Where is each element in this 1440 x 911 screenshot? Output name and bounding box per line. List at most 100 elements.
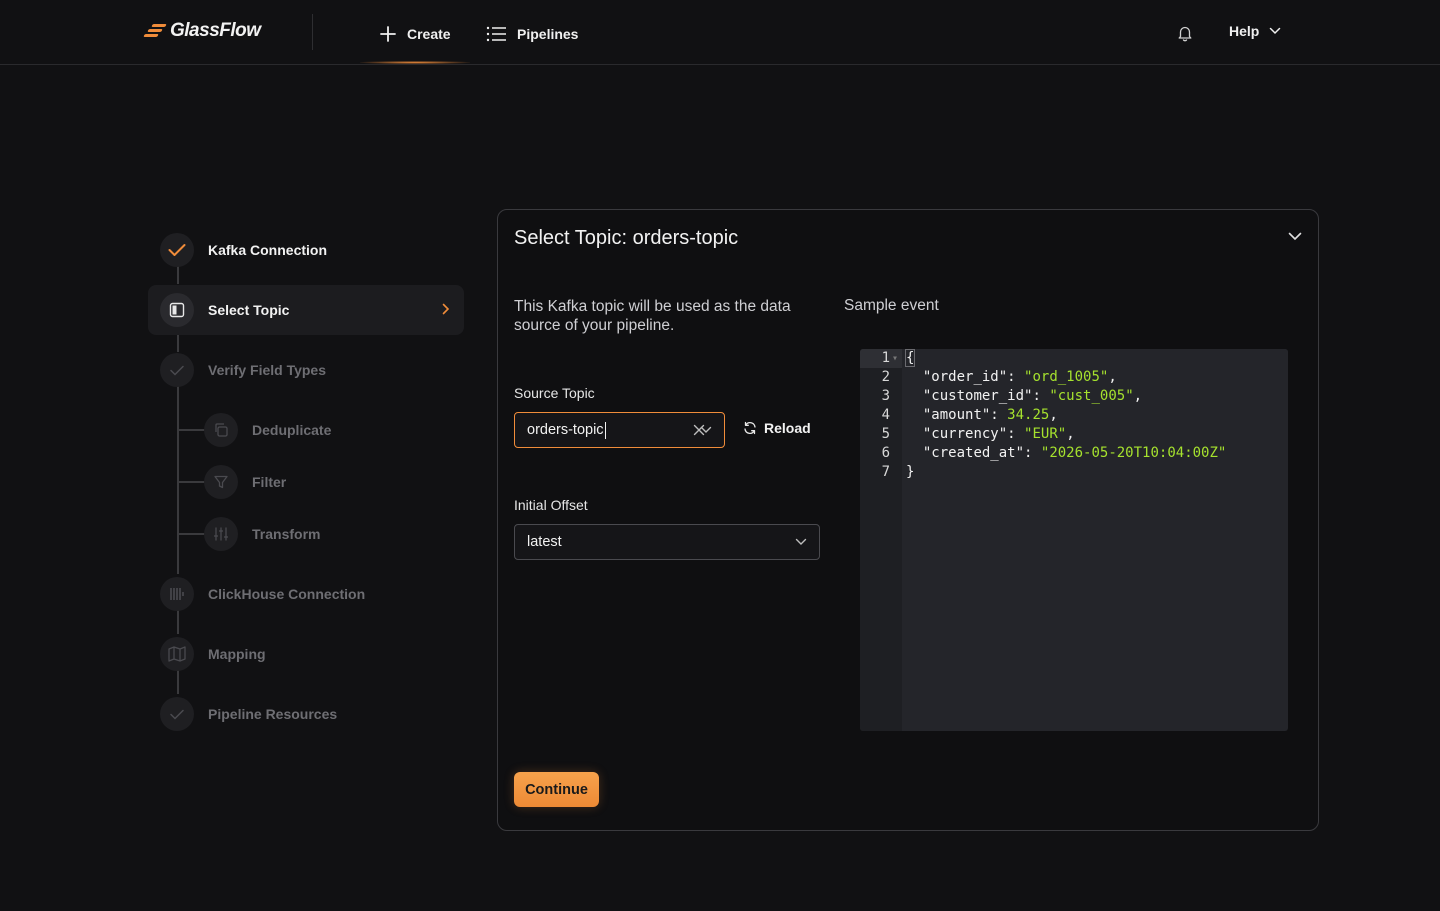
line-number: 7: [881, 464, 890, 480]
nav-pipelines-button[interactable]: Pipelines: [486, 22, 578, 46]
source-topic-select[interactable]: orders-topic: [514, 412, 725, 448]
step-status-circle: [204, 517, 238, 551]
json-string-value: cust_005: [1057, 388, 1126, 404]
step-clickhouse-connection[interactable]: ClickHouse Connection: [148, 569, 464, 619]
nav-create-button[interactable]: Create: [379, 22, 451, 46]
json-string-value: ord_1005: [1032, 369, 1100, 385]
card-title: Select Topic: orders-topic: [514, 227, 739, 249]
code-line: "currency": "EUR",: [906, 426, 1075, 442]
chevron-right-icon: [442, 303, 450, 315]
json-key: currency: [931, 426, 999, 442]
database-icon: [170, 588, 184, 600]
refresh-icon: [744, 421, 756, 435]
logo-text: GlassFlow: [170, 20, 261, 41]
active-nav-indicator: [360, 61, 470, 64]
continue-button[interactable]: Continue: [514, 772, 599, 807]
step-mapping[interactable]: Mapping: [148, 629, 464, 679]
reload-button[interactable]: Reload: [743, 420, 811, 436]
header-divider: [312, 14, 313, 50]
step-label: Filter: [252, 474, 287, 490]
code-line: }: [906, 463, 914, 482]
step-label: Kafka Connection: [208, 242, 328, 258]
source-topic-value: orders-topic: [527, 422, 604, 438]
code-line: "customer_id": "cust_005",: [906, 388, 1143, 404]
line-number: 5: [881, 426, 890, 442]
step-verify-field-types[interactable]: Verify Field Types: [148, 345, 464, 395]
line-number: 4: [881, 407, 890, 423]
initial-offset-value: latest: [527, 534, 562, 550]
list-icon: [486, 26, 506, 42]
code-line: "created_at": "2026-05-20T10:04:00Z": [906, 445, 1227, 461]
step-status-circle: [160, 637, 194, 671]
step-status-circle: [160, 293, 194, 327]
step-status-circle: [204, 413, 238, 447]
source-topic-label: Source Topic: [514, 385, 595, 401]
json-number-value: 34.25: [1007, 407, 1050, 423]
active-line-highlight: [902, 349, 1288, 368]
step-label: Verify Field Types: [208, 362, 327, 378]
help-menu-button[interactable]: Help: [1229, 23, 1281, 39]
step-transform[interactable]: Transform: [148, 509, 464, 559]
chevron-down-icon: [1270, 27, 1281, 35]
panel-icon: [169, 302, 185, 318]
select-topic-card: Select Topic: orders-topic This Kafka to…: [497, 209, 1319, 831]
line-number: 1: [881, 350, 890, 366]
chevron-down-icon[interactable]: [700, 426, 712, 434]
check-icon: [168, 244, 186, 256]
reload-label: Reload: [764, 420, 811, 436]
step-label: Deduplicate: [252, 422, 332, 438]
code-line: "amount": 34.25,: [906, 407, 1058, 423]
line-number: 3: [881, 388, 890, 404]
close-brace: }: [906, 464, 915, 480]
copy-icon: [215, 423, 228, 437]
chevron-down-icon[interactable]: [1288, 232, 1302, 241]
json-string-value: 2026-05-20T10:04:00Z: [1049, 445, 1218, 461]
chevron-down-icon: [795, 538, 807, 545]
line-number: 6: [881, 445, 890, 461]
logo-mark-icon: [143, 24, 167, 38]
help-label: Help: [1229, 23, 1260, 39]
step-kafka-connection[interactable]: Kafka Connection: [148, 225, 464, 275]
step-label: Select Topic: [208, 302, 290, 318]
json-key: amount: [931, 407, 982, 423]
step-select-topic[interactable]: Select Topic: [148, 285, 464, 335]
json-key: order_id: [931, 369, 999, 385]
glassflow-logo[interactable]: GlassFlow: [143, 20, 261, 42]
step-filter[interactable]: Filter: [148, 457, 464, 507]
json-string-value: EUR: [1032, 426, 1058, 442]
initial-offset-label: Initial Offset: [514, 497, 588, 513]
json-key: created_at: [931, 445, 1016, 461]
json-key: customer_id: [931, 388, 1025, 404]
step-status-circle: [160, 353, 194, 387]
fold-icon[interactable]: ▾: [892, 349, 898, 368]
sliders-icon: [214, 527, 228, 541]
step-status-circle: [160, 577, 194, 611]
step-status-circle: [160, 233, 194, 267]
step-deduplicate[interactable]: Deduplicate: [148, 405, 464, 455]
step-pipeline-resources[interactable]: Pipeline Resources: [148, 689, 464, 739]
sample-event-editor[interactable]: 1 ▾ 2 3 4 5 6 7 { "order_id": "ord_1005"…: [860, 349, 1288, 731]
step-status-circle: [204, 465, 238, 499]
bell-icon[interactable]: [1176, 24, 1194, 42]
code-line: {: [904, 349, 916, 368]
initial-offset-select[interactable]: latest: [514, 524, 820, 560]
nav-create-label: Create: [407, 26, 451, 42]
top-nav-bar: GlassFlow Create Pipelines Help: [0, 0, 1440, 65]
topic-description: This Kafka topic will be used as the dat…: [514, 298, 791, 334]
step-label: Transform: [252, 526, 321, 542]
step-label: ClickHouse Connection: [208, 586, 366, 602]
sample-event-label: Sample event: [844, 297, 939, 314]
open-brace: {: [904, 349, 916, 367]
step-status-circle: [160, 697, 194, 731]
nav-pipelines-label: Pipelines: [517, 26, 579, 42]
pipeline-stepper: Kafka Connection Select Topic Verify Fie…: [148, 224, 468, 744]
code-line: "order_id": "ord_1005",: [906, 369, 1117, 385]
map-icon: [168, 646, 186, 662]
step-label: Mapping: [208, 646, 266, 662]
filter-icon: [214, 475, 228, 489]
plus-icon: [380, 26, 396, 42]
check-icon: [170, 365, 184, 376]
text-cursor: [604, 421, 606, 439]
line-number: 2: [881, 369, 890, 385]
check-icon: [170, 709, 184, 720]
